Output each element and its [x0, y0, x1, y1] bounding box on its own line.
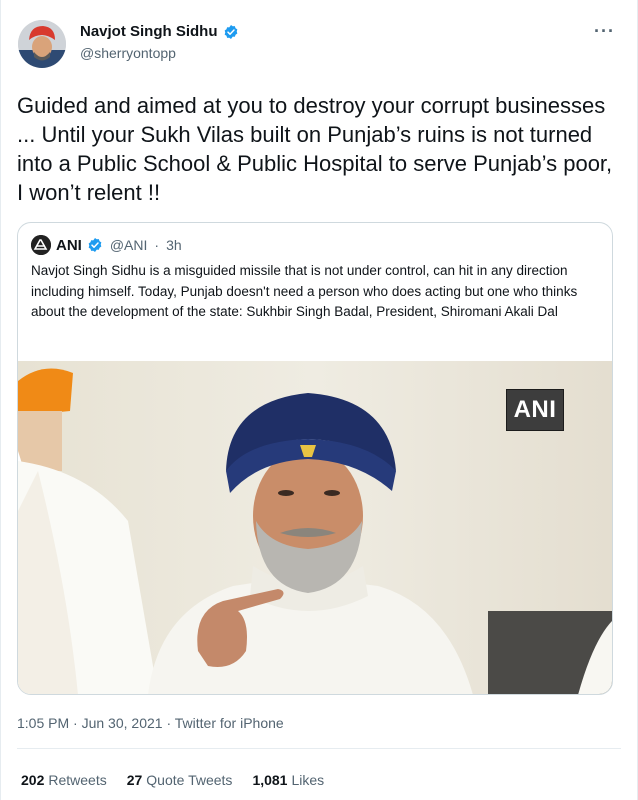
quoted-time[interactable]: 3h — [166, 237, 182, 253]
tweet-time[interactable]: 1:05 PM — [17, 715, 69, 731]
quote-tweets-stat[interactable]: 27 Quote Tweets — [127, 772, 233, 788]
tweet-meta-separator: · — [73, 715, 78, 731]
quotes-count: 27 — [126, 772, 143, 788]
quotes-label: Quote Tweets — [146, 772, 233, 788]
retweets-stat[interactable]: 202 Retweets — [21, 772, 107, 788]
author-handle[interactable]: @sherryontopp — [80, 45, 239, 61]
tweet-stats: 202 Retweets 27 Quote Tweets 1,081 Likes — [21, 772, 324, 788]
tweet-date[interactable]: Jun 30, 2021 — [82, 715, 163, 731]
tweet-card: Navjot Singh Sidhu @sherryontopp ··· Gui… — [0, 0, 638, 800]
retweets-count: 202 — [21, 772, 45, 788]
quoted-author-name[interactable]: ANI — [56, 237, 82, 254]
author-info: Navjot Singh Sidhu @sherryontopp — [80, 23, 239, 61]
tweet-text: Guided and aimed at you to destroy your … — [17, 93, 613, 205]
author-avatar[interactable] — [18, 20, 66, 68]
author-name-row: Navjot Singh Sidhu — [80, 23, 239, 40]
tweet-source-separator: · — [166, 715, 172, 731]
tweet-source[interactable]: Twitter for iPhone — [175, 715, 284, 731]
quoted-tweet-header: ANI @ANI · 3h — [31, 235, 182, 255]
retweets-label: Retweets — [48, 772, 107, 788]
ani-watermark: ANI — [506, 389, 564, 431]
quoted-tweet-image[interactable]: ANI — [18, 361, 612, 694]
avatar-photo-icon — [18, 20, 66, 68]
quoted-separator: · — [154, 237, 160, 253]
likes-count: 1,081 — [252, 772, 288, 788]
quoted-verified-badge-icon — [88, 238, 102, 252]
stats-divider — [17, 748, 621, 749]
ani-watermark-text: ANI — [513, 396, 557, 423]
quoted-author-handle[interactable]: @ANI — [110, 237, 148, 253]
ani-avatar-icon[interactable] — [31, 235, 51, 255]
tweet-metadata: 1:05 PM · Jun 30, 2021 · Twitter for iPh… — [17, 715, 284, 731]
more-options-icon[interactable]: ··· — [594, 22, 615, 40]
quoted-tweet[interactable]: ANI @ANI · 3h Navjot Singh Sidhu is a mi… — [17, 222, 613, 695]
likes-label: Likes — [291, 772, 325, 788]
author-name[interactable]: Navjot Singh Sidhu — [80, 23, 218, 40]
verified-badge-icon — [224, 24, 237, 39]
quoted-tweet-text: Navjot Singh Sidhu is a misguided missil… — [31, 263, 578, 319]
likes-stat[interactable]: 1,081 Likes — [252, 772, 324, 788]
